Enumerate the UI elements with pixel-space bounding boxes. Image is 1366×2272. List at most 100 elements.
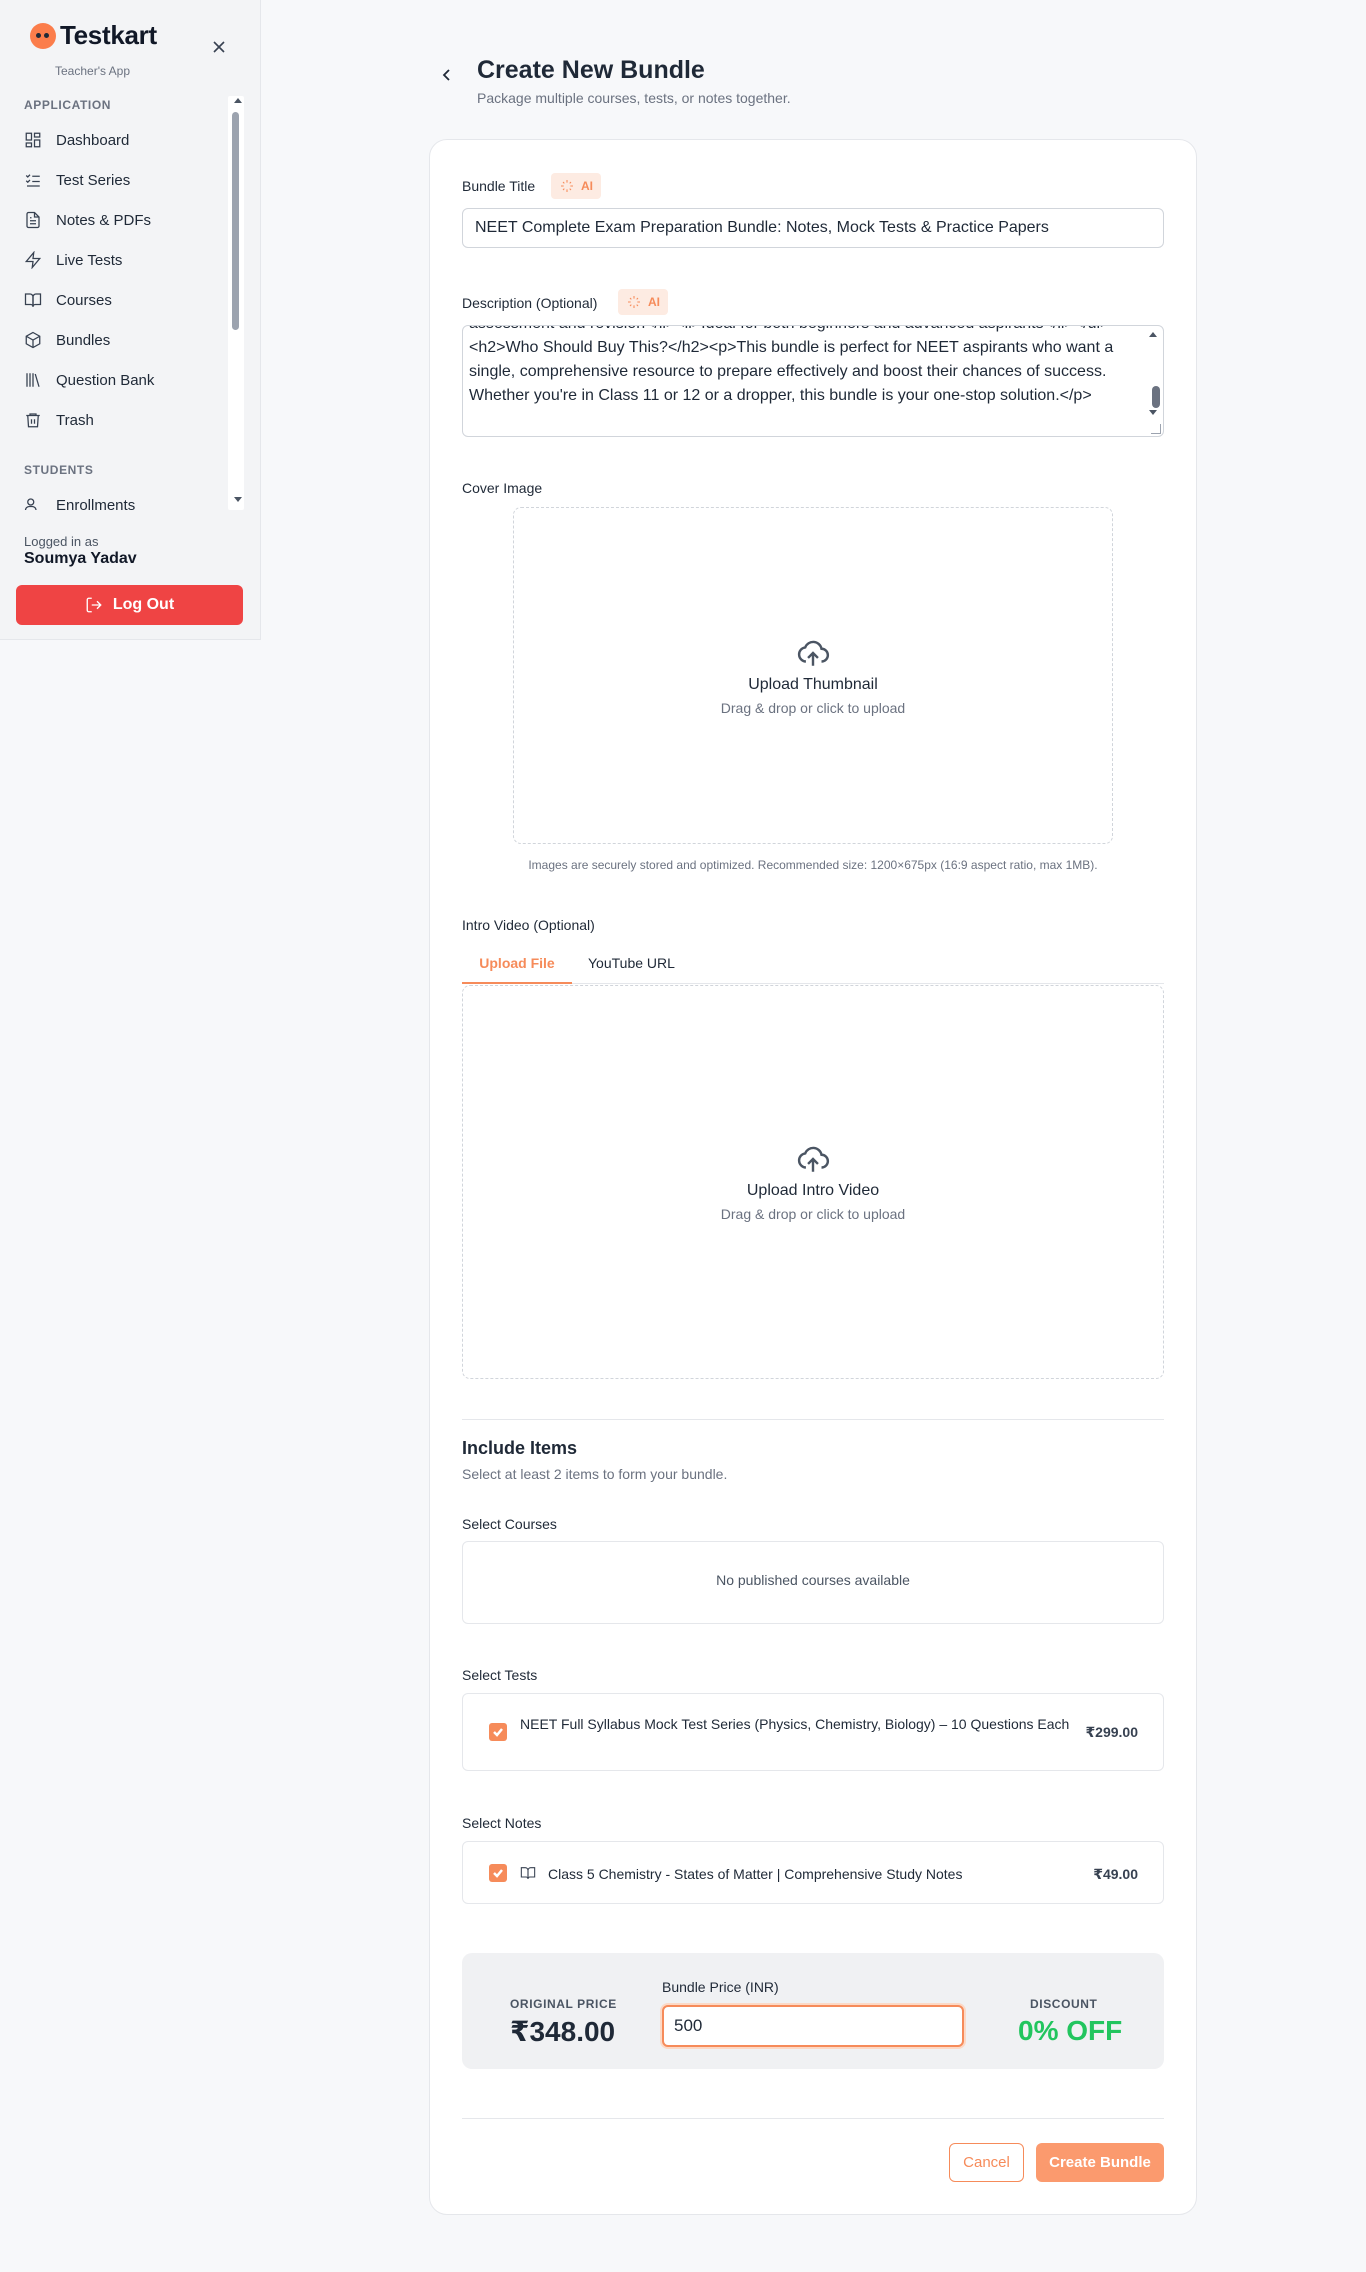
back-button[interactable]	[438, 65, 454, 85]
sidebar-item-enrollments[interactable]: Enrollments	[24, 490, 135, 510]
tab-upload-file[interactable]: Upload File	[462, 950, 572, 984]
check-icon	[493, 1728, 503, 1737]
courses-empty-message: No published courses available	[716, 1572, 910, 1588]
logout-icon	[86, 597, 102, 613]
select-tests-label: Select Tests	[462, 1667, 538, 1683]
discount-label: DISCOUNT	[1030, 1997, 1098, 2011]
sidebar-item-label: Notes & PDFs	[56, 211, 152, 229]
sidebar-item-live-tests[interactable]: Live Tests	[24, 245, 122, 275]
original-price-value: ₹348.00	[510, 2016, 616, 2047]
select-notes-label: Select Notes	[462, 1815, 542, 1831]
note-item-title: Class 5 Chemistry - States of Matter | C…	[548, 1866, 963, 1882]
sidebar-item-dashboard[interactable]: Dashboard	[24, 125, 129, 155]
include-items-subtitle: Select at least 2 items to form your bun…	[462, 1466, 728, 1482]
page-title: Create New Bundle	[477, 56, 705, 84]
video-source-tabs: Upload File YouTube URL	[462, 950, 1164, 984]
cover-upload-title: Upload Thumbnail	[748, 675, 878, 693]
ai-label: AI	[648, 295, 660, 309]
sidebar-item-label: Enrollments	[56, 496, 136, 511]
include-items-title: Include Items	[462, 1438, 578, 1458]
video-upload-subtitle: Drag & drop or click to upload	[720, 1206, 906, 1222]
logged-in-label: Logged in as	[24, 534, 99, 549]
section-label-students: STUDENTS	[24, 463, 94, 477]
brand-subtitle: Teacher's App	[55, 64, 131, 78]
file-text-icon	[26, 211, 40, 229]
scroll-up-arrow-icon[interactable]	[1149, 332, 1157, 337]
check-icon	[493, 1869, 503, 1878]
sidebar-item-label: Test Series	[56, 171, 131, 189]
description-scroll-thumb[interactable]	[1152, 386, 1160, 408]
note-item-price: ₹49.00	[1093, 1866, 1138, 1882]
sidebar-item-bundles[interactable]: Bundles	[24, 325, 110, 355]
intro-video-dropzone[interactable]: Upload Intro Video Drag & drop or click …	[462, 985, 1164, 1379]
trash-icon	[26, 413, 40, 428]
note-checkbox[interactable]	[489, 1864, 507, 1882]
description-textarea[interactable]: assessment and revision</li><li>Ideal fo…	[462, 325, 1164, 437]
ai-label: AI	[581, 179, 593, 193]
bundle-title-input[interactable]	[462, 208, 1164, 248]
list-check-icon	[25, 174, 40, 187]
cover-image-dropzone[interactable]: Upload Thumbnail Drag & drop or click to…	[513, 507, 1113, 844]
book-icon	[520, 1865, 536, 1881]
bundle-price-label: Bundle Price (INR)	[662, 1979, 779, 1995]
section-divider	[462, 1419, 1164, 1420]
cover-image-label: Cover Image	[462, 480, 543, 496]
sidebar-item-trash[interactable]: Trash	[24, 405, 94, 435]
cancel-button[interactable]: Cancel	[949, 2143, 1024, 2182]
cover-upload-subtitle: Drag & drop or click to upload	[720, 699, 906, 716]
cloud-upload-icon	[797, 640, 830, 666]
sidebar-nav[interactable]: APPLICATION Dashboard Test Series Notes …	[0, 92, 246, 510]
sparkles-icon	[561, 180, 573, 192]
cover-image-help: Images are securely stored and optimized…	[528, 858, 1098, 872]
test-item-title: NEET Full Syllabus Mock Test Series (Phy…	[520, 1716, 1070, 1732]
brand[interactable]: Testkart	[30, 20, 157, 51]
chevron-left-icon	[442, 69, 450, 81]
brand-logo-icon	[30, 22, 56, 49]
sidebar-item-notes[interactable]: Notes & PDFs	[24, 205, 151, 235]
sidebar-item-label: Trash	[56, 411, 94, 429]
library-icon	[26, 373, 40, 387]
sidebar-item-label: Dashboard	[56, 131, 130, 149]
notes-list: Class 5 Chemistry - States of Matter | C…	[462, 1841, 1164, 1904]
book-open-icon	[24, 293, 42, 307]
test-item-price: ₹299.00	[1085, 1724, 1138, 1740]
bundle-title-label: Bundle Title	[462, 178, 536, 194]
scroll-down-arrow-icon[interactable]	[234, 497, 242, 502]
sidebar-item-label: Bundles	[56, 331, 111, 349]
test-checkbox[interactable]	[489, 1723, 507, 1741]
scroll-up-arrow-icon[interactable]	[234, 98, 242, 103]
grid-icon	[25, 132, 41, 148]
select-courses-label: Select Courses	[462, 1516, 557, 1532]
close-sidebar-button[interactable]	[209, 37, 229, 57]
original-price-label: ORIGINAL PRICE	[510, 1997, 617, 2011]
ai-generate-description-button[interactable]: AI	[618, 289, 668, 315]
bundle-price-input[interactable]	[662, 2005, 964, 2047]
sidebar-item-question-bank[interactable]: Question Bank	[24, 365, 154, 395]
courses-list: No published courses available	[462, 1541, 1164, 1624]
sidebar-item-test-series[interactable]: Test Series	[24, 165, 130, 195]
resize-handle-icon[interactable]	[1151, 424, 1161, 434]
footer-divider	[462, 2118, 1164, 2119]
logout-label: Log Out	[112, 596, 175, 613]
sidebar-item-label: Courses	[56, 291, 112, 309]
ai-generate-title-button[interactable]: AI	[551, 173, 601, 199]
logged-in-user-name: Soumya Yadav	[24, 550, 137, 567]
users-icon	[24, 498, 37, 510]
video-upload-title: Upload Intro Video	[746, 1182, 880, 1199]
sparkles-icon	[628, 296, 640, 308]
sidebar-scroll-thumb[interactable]	[232, 112, 239, 330]
description-label: Description (Optional)	[462, 295, 598, 311]
lightning-icon	[24, 251, 42, 269]
page-subtitle: Package multiple courses, tests, or note…	[477, 90, 791, 106]
section-label-application: APPLICATION	[24, 98, 112, 112]
close-icon	[213, 41, 225, 53]
sidebar-item-label: Live Tests	[56, 251, 123, 269]
scroll-down-arrow-icon[interactable]	[1149, 410, 1157, 415]
package-icon	[25, 331, 41, 349]
discount-value: 0% OFF	[1018, 2015, 1123, 2046]
tab-youtube-url[interactable]: YouTube URL	[588, 950, 675, 984]
tests-list: NEET Full Syllabus Mock Test Series (Phy…	[462, 1693, 1164, 1771]
create-bundle-button[interactable]: Create Bundle	[1036, 2143, 1164, 2182]
logout-button[interactable]: Log Out	[16, 585, 243, 625]
sidebar-item-courses[interactable]: Courses	[24, 285, 112, 315]
